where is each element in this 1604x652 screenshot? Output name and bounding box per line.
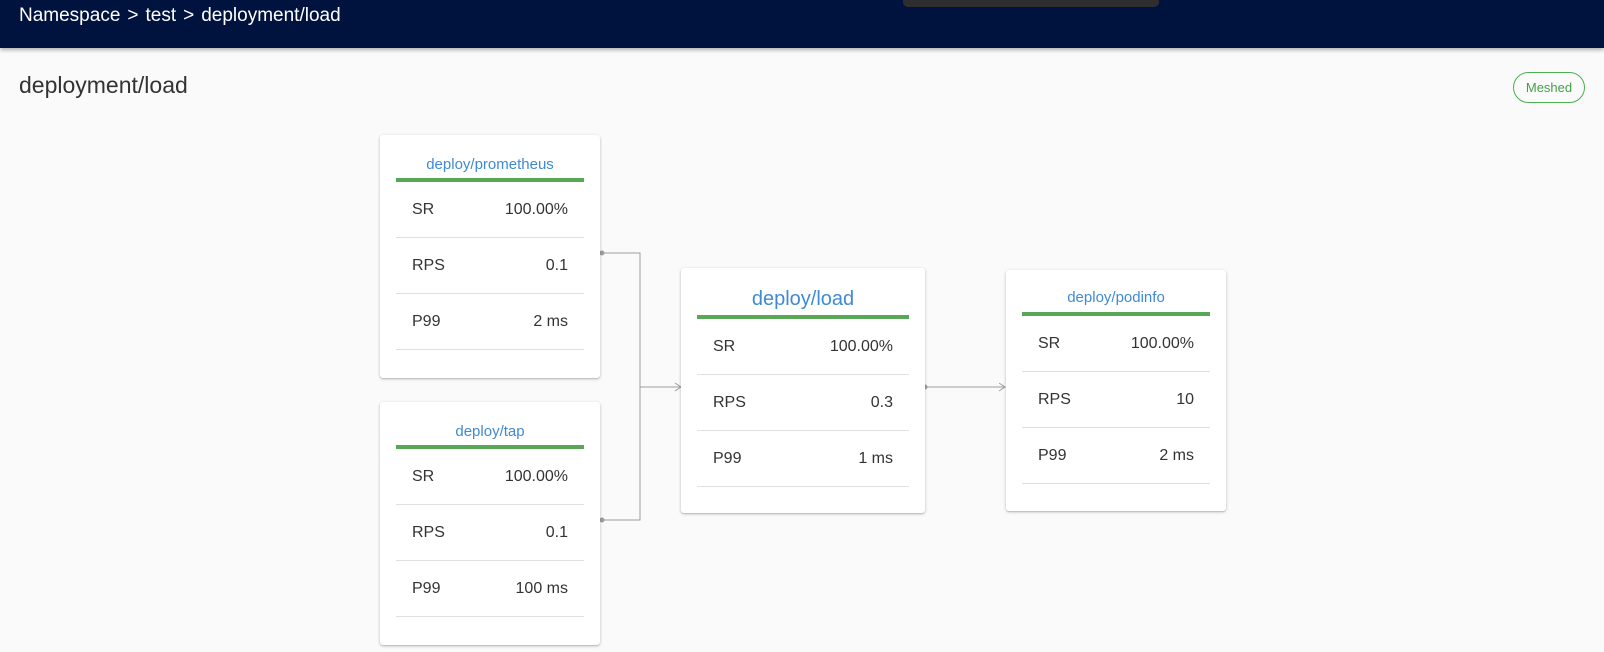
node-card-tap: deploy/tap SR 100.00% RPS 0.1 P99 100 ms [380, 402, 600, 645]
node-link-prometheus[interactable]: deploy/prometheus [380, 156, 600, 173]
node-card-prometheus: deploy/prometheus SR 100.00% RPS 0.1 P99… [380, 135, 600, 378]
edge-source-dot [599, 250, 605, 256]
metric-label: RPS [713, 393, 746, 411]
metric-label: RPS [1038, 390, 1071, 408]
metric-row-sr: SR 100.00% [396, 449, 584, 505]
metric-value: 0.1 [545, 256, 568, 274]
metric-row-rps: RPS 0.3 [697, 375, 909, 431]
metric-label: P99 [713, 449, 742, 467]
metric-value: 100.00% [504, 467, 568, 485]
metric-row-p99: P99 1 ms [697, 431, 909, 487]
metric-label: SR [412, 200, 435, 218]
metric-label: RPS [412, 523, 445, 541]
metric-row-sr: SR 100.00% [697, 319, 909, 375]
metric-row-p99: P99 2 ms [396, 294, 584, 350]
metric-row-sr: SR 100.00% [396, 182, 584, 238]
metric-row-sr: SR 100.00% [1022, 316, 1210, 372]
metric-label: RPS [412, 256, 445, 274]
metric-label: SR [713, 337, 736, 355]
metric-row-rps: RPS 10 [1022, 372, 1210, 428]
node-card-load: deploy/load SR 100.00% RPS 0.3 P99 1 ms [681, 268, 925, 513]
metric-label: P99 [412, 579, 441, 597]
node-card-podinfo: deploy/podinfo SR 100.00% RPS 10 P99 2 m… [1006, 270, 1226, 511]
metric-row-rps: RPS 0.1 [396, 505, 584, 561]
node-link-podinfo[interactable]: deploy/podinfo [1006, 289, 1226, 306]
metric-value: 0.1 [545, 523, 568, 541]
node-link-load[interactable]: deploy/load [681, 288, 925, 311]
metric-value: 100.00% [504, 200, 568, 218]
metric-label: P99 [1038, 446, 1067, 464]
metric-label: SR [1038, 334, 1061, 352]
edge-source-dot [599, 517, 605, 523]
edge-tap-to-load [601, 387, 641, 521]
metric-value: 100.00% [829, 337, 893, 355]
metric-value: 100 ms [515, 579, 568, 597]
metric-label: P99 [412, 312, 441, 330]
node-link-tap[interactable]: deploy/tap [380, 423, 600, 440]
metric-value: 1 ms [858, 449, 893, 467]
metric-value: 0.3 [870, 393, 893, 411]
metric-row-p99: P99 100 ms [396, 561, 584, 617]
metric-value: 2 ms [1159, 446, 1194, 464]
metric-value: 2 ms [533, 312, 568, 330]
metric-label: SR [412, 467, 435, 485]
metric-value: 10 [1176, 390, 1194, 408]
metric-value: 100.00% [1130, 334, 1194, 352]
edge-prometheus-to-load [601, 252, 681, 388]
metric-row-p99: P99 2 ms [1022, 428, 1210, 484]
metric-row-rps: RPS 0.1 [396, 238, 584, 294]
